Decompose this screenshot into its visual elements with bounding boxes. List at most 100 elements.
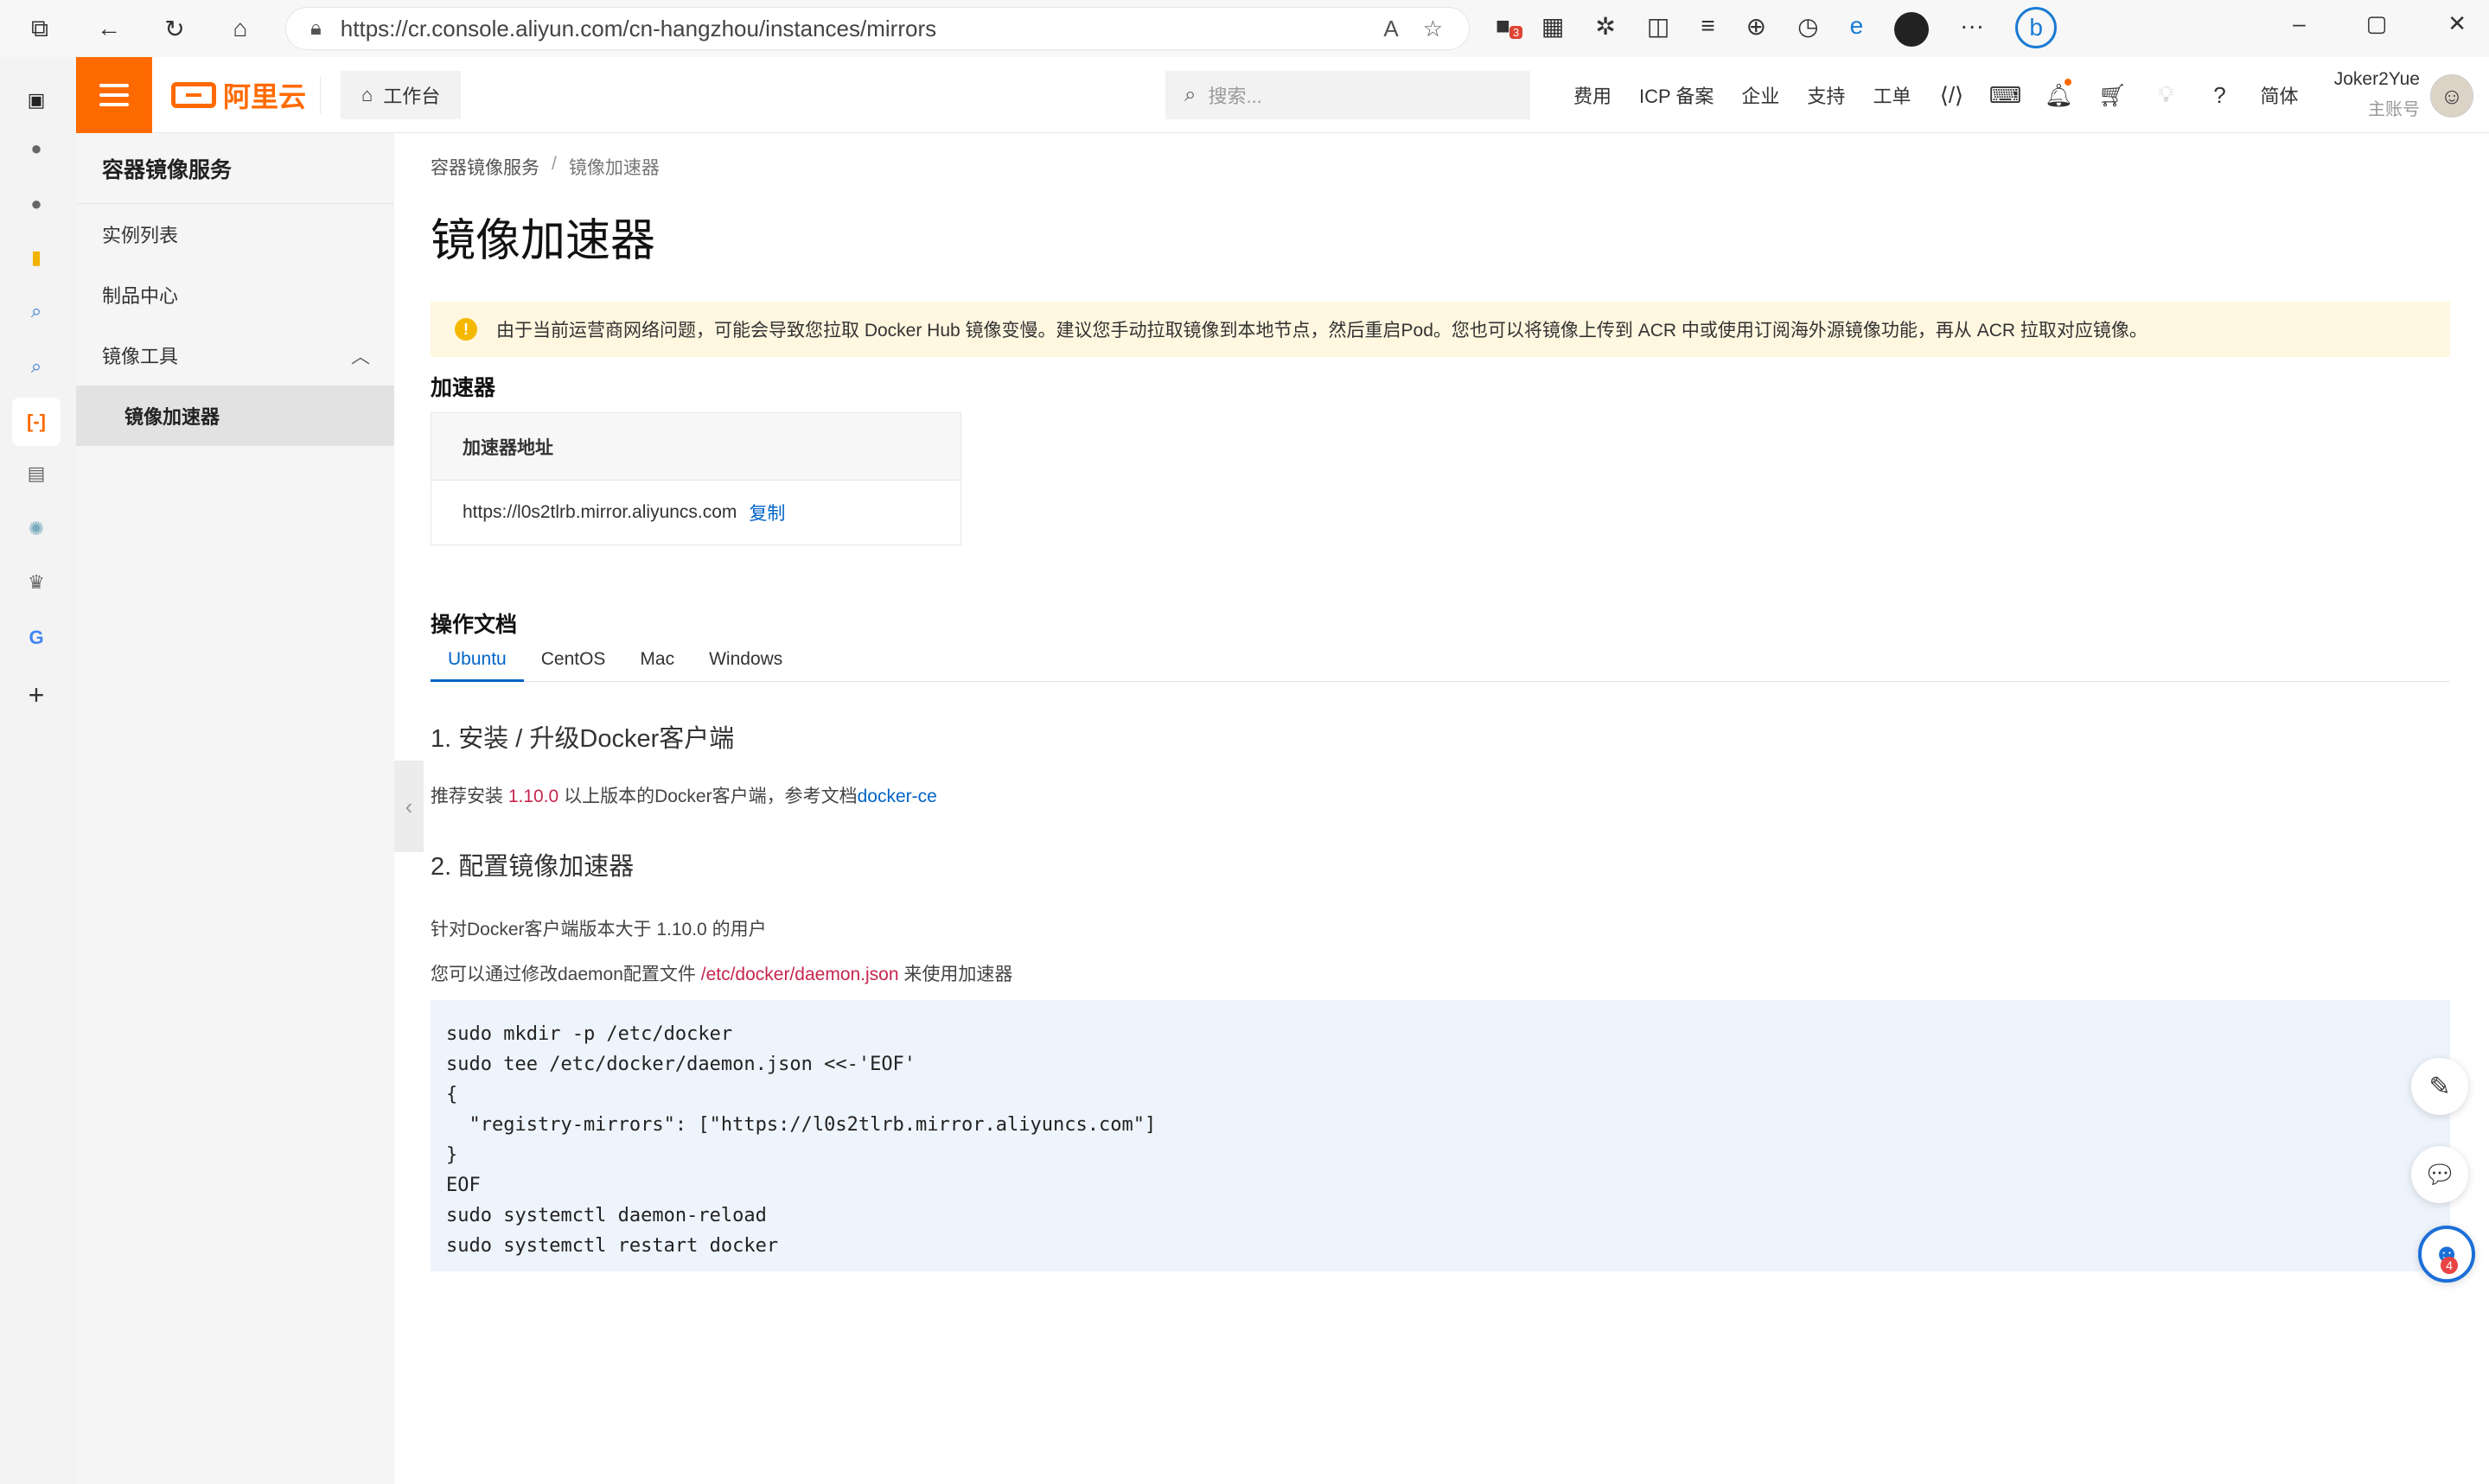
- site-icon[interactable]: ✺: [21, 513, 52, 545]
- address-bar[interactable]: 🔒︎ https://cr.console.aliyun.com/cn-hang…: [285, 7, 1470, 50]
- puzzle-icon[interactable]: ✲: [1595, 12, 1615, 48]
- tab-windows[interactable]: Windows: [692, 649, 800, 682]
- edit-button[interactable]: ✎: [2411, 1058, 2468, 1115]
- nav-billing[interactable]: 费用: [1560, 81, 1625, 109]
- workspaces-icon[interactable]: ⧉: [22, 11, 57, 46]
- accelerator-url[interactable]: https://l0s2tlrb.mirror.aliyuncs.com: [463, 502, 737, 523]
- site-icon[interactable]: ▮: [21, 242, 52, 273]
- product-sidebar: 容器镜像服务 实例列表 制品中心 镜像工具 ︿ 镜像加速器: [76, 133, 394, 1484]
- site-icon[interactable]: ●: [21, 133, 52, 164]
- back-icon[interactable]: ←: [92, 11, 126, 46]
- docs-section-title: 操作文档: [431, 613, 518, 637]
- extension-badge: 3: [1509, 26, 1523, 39]
- calculator-icon[interactable]: ▦: [1541, 12, 1564, 48]
- tab-ubuntu[interactable]: Ubuntu: [431, 649, 524, 682]
- top-nav: 阿里云 ⌂ 工作台 ⌕ 搜索... 费用 ICP 备案 企业 支持 工单 ⟨/⟩…: [76, 57, 2489, 133]
- avatar[interactable]: ☺: [2430, 74, 2473, 118]
- sidebar-item-artifacts[interactable]: 制品中心: [76, 264, 394, 325]
- user-info[interactable]: Joker2Yue 主账号: [2334, 69, 2420, 120]
- profile-avatar[interactable]: [1894, 12, 1930, 47]
- sidebar-collapse-button[interactable]: ‹: [394, 761, 424, 852]
- history-icon[interactable]: ◷: [1797, 12, 1818, 48]
- split-screen-icon[interactable]: ◫: [1647, 12, 1669, 48]
- search-icon[interactable]: ⌕: [21, 296, 52, 327]
- breadcrumb-separator: /: [552, 154, 557, 174]
- crown-icon[interactable]: ♛: [21, 567, 52, 598]
- terminal-icon[interactable]: ⌨: [1978, 82, 2032, 109]
- step-1-title: 1. 安装 / 升级Docker客户端: [431, 725, 735, 753]
- doc-icon[interactable]: ▤: [21, 458, 52, 489]
- minimize-icon[interactable]: –: [2293, 10, 2305, 37]
- lightbulb-icon[interactable]: 💡︎: [2139, 81, 2192, 109]
- breadcrumb-link[interactable]: 容器镜像服务: [431, 154, 539, 180]
- sidebar-item-instances[interactable]: 实例列表: [76, 204, 394, 264]
- maximize-icon[interactable]: ▢: [2366, 10, 2388, 37]
- daemon-json-path: /etc/docker/daemon.json: [700, 965, 899, 984]
- more-icon[interactable]: ···: [1960, 12, 1984, 48]
- copy-button[interactable]: 复制: [749, 500, 785, 525]
- edge-icon[interactable]: e: [1850, 12, 1864, 48]
- step-2-line-2-post: 来使用加速器: [898, 965, 1013, 984]
- code-icon[interactable]: ⟨/⟩: [1924, 82, 1978, 109]
- tabs-icon[interactable]: ▣: [21, 85, 52, 116]
- logo-text: 阿里云: [223, 81, 307, 112]
- nav-support[interactable]: 支持: [1793, 81, 1859, 109]
- feedback-button[interactable]: 💬︎: [2411, 1146, 2468, 1203]
- chevron-left-icon: ‹: [405, 793, 413, 819]
- sidebar-item-mirror-accelerator[interactable]: 镜像加速器: [76, 385, 394, 446]
- step-2-title: 2. 配置镜像加速器: [431, 853, 635, 881]
- extensions-area: ■ 3 ▦ ✲ ◫ ≡ ⊕ ◷ e ··· b: [1496, 7, 2058, 48]
- step-2-line-2-pre: 您可以通过修改daemon配置文件: [431, 965, 701, 984]
- code-block[interactable]: sudo mkdir -p /etc/docker sudo tee /etc/…: [431, 1000, 2450, 1271]
- step-2-line-2: 您可以通过修改daemon配置文件 /etc/docker/daemon.jso…: [431, 960, 2454, 986]
- tab-centos[interactable]: CentOS: [524, 649, 623, 682]
- copilot-icon[interactable]: b: [2015, 7, 2058, 48]
- chevron-up-icon: ︿: [350, 346, 370, 367]
- accelerator-table: 加速器地址 https://l0s2tlrb.mirror.aliyuncs.c…: [431, 412, 961, 545]
- aliyun-logo[interactable]: 阿里云: [171, 74, 306, 116]
- divider: [320, 76, 321, 114]
- aliyun-tab-icon[interactable]: [-]: [12, 398, 61, 446]
- user-name: Joker2Yue: [2333, 69, 2420, 89]
- nav-icp[interactable]: ICP 备案: [1625, 81, 1727, 109]
- chat-icon: 💬︎: [2422, 1160, 2457, 1189]
- help-icon[interactable]: ?: [2192, 82, 2246, 109]
- close-icon[interactable]: ✕: [2448, 10, 2467, 37]
- search-icon[interactable]: ⌕: [21, 351, 52, 382]
- add-icon[interactable]: +: [21, 679, 52, 710]
- cart-icon[interactable]: 🛒︎: [2085, 82, 2139, 109]
- url-text[interactable]: https://cr.console.aliyun.com/cn-hangzho…: [341, 16, 936, 42]
- logo-mark: [171, 82, 216, 108]
- search-input[interactable]: ⌕ 搜索...: [1165, 71, 1530, 119]
- read-aloud-icon[interactable]: A: [1383, 16, 1398, 42]
- nav-enterprise[interactable]: 企业: [1727, 81, 1793, 109]
- assistant-badge: 4: [2441, 1257, 2458, 1274]
- sidebar-item-label: 镜像工具: [102, 346, 179, 367]
- tab-mac[interactable]: Mac: [622, 649, 692, 682]
- workbench-button[interactable]: ⌂ 工作台: [341, 71, 462, 119]
- docker-ce-link[interactable]: docker-ce: [858, 787, 937, 806]
- favorites-icon[interactable]: ≡: [1701, 12, 1714, 48]
- home-icon[interactable]: ⌂: [223, 11, 258, 46]
- search-icon: ⌕: [1184, 83, 1197, 106]
- assistant-button[interactable]: ☻ 4: [2418, 1226, 2475, 1283]
- edit-icon: ✎: [2428, 1072, 2451, 1101]
- google-icon[interactable]: G: [21, 622, 52, 653]
- home-icon: ⌂: [361, 84, 373, 105]
- sidebar-title: 容器镜像服务: [76, 133, 394, 204]
- collections-icon[interactable]: ⊕: [1746, 12, 1766, 48]
- search-placeholder: 搜索...: [1208, 86, 1262, 107]
- breadcrumb-current: 镜像加速器: [568, 158, 660, 178]
- language-switch[interactable]: 简体: [2246, 81, 2312, 109]
- nav-ticket[interactable]: 工单: [1859, 81, 1924, 109]
- site-icon[interactable]: ●: [21, 188, 52, 220]
- menu-button[interactable]: [76, 57, 152, 133]
- extension-icon[interactable]: ■ 3: [1496, 12, 1523, 48]
- console-page: 阿里云 ⌂ 工作台 ⌕ 搜索... 费用 ICP 备案 企业 支持 工单 ⟨/⟩…: [76, 57, 2489, 1484]
- sidebar-item-label: 实例列表: [102, 225, 179, 246]
- lock-icon: 🔒︎: [310, 16, 322, 40]
- refresh-icon[interactable]: ↻: [157, 11, 192, 46]
- favorite-star-icon[interactable]: ☆: [1423, 16, 1443, 42]
- sidebar-item-image-tools[interactable]: 镜像工具 ︿: [76, 325, 394, 385]
- bell-icon[interactable]: 🔔︎: [2032, 78, 2085, 109]
